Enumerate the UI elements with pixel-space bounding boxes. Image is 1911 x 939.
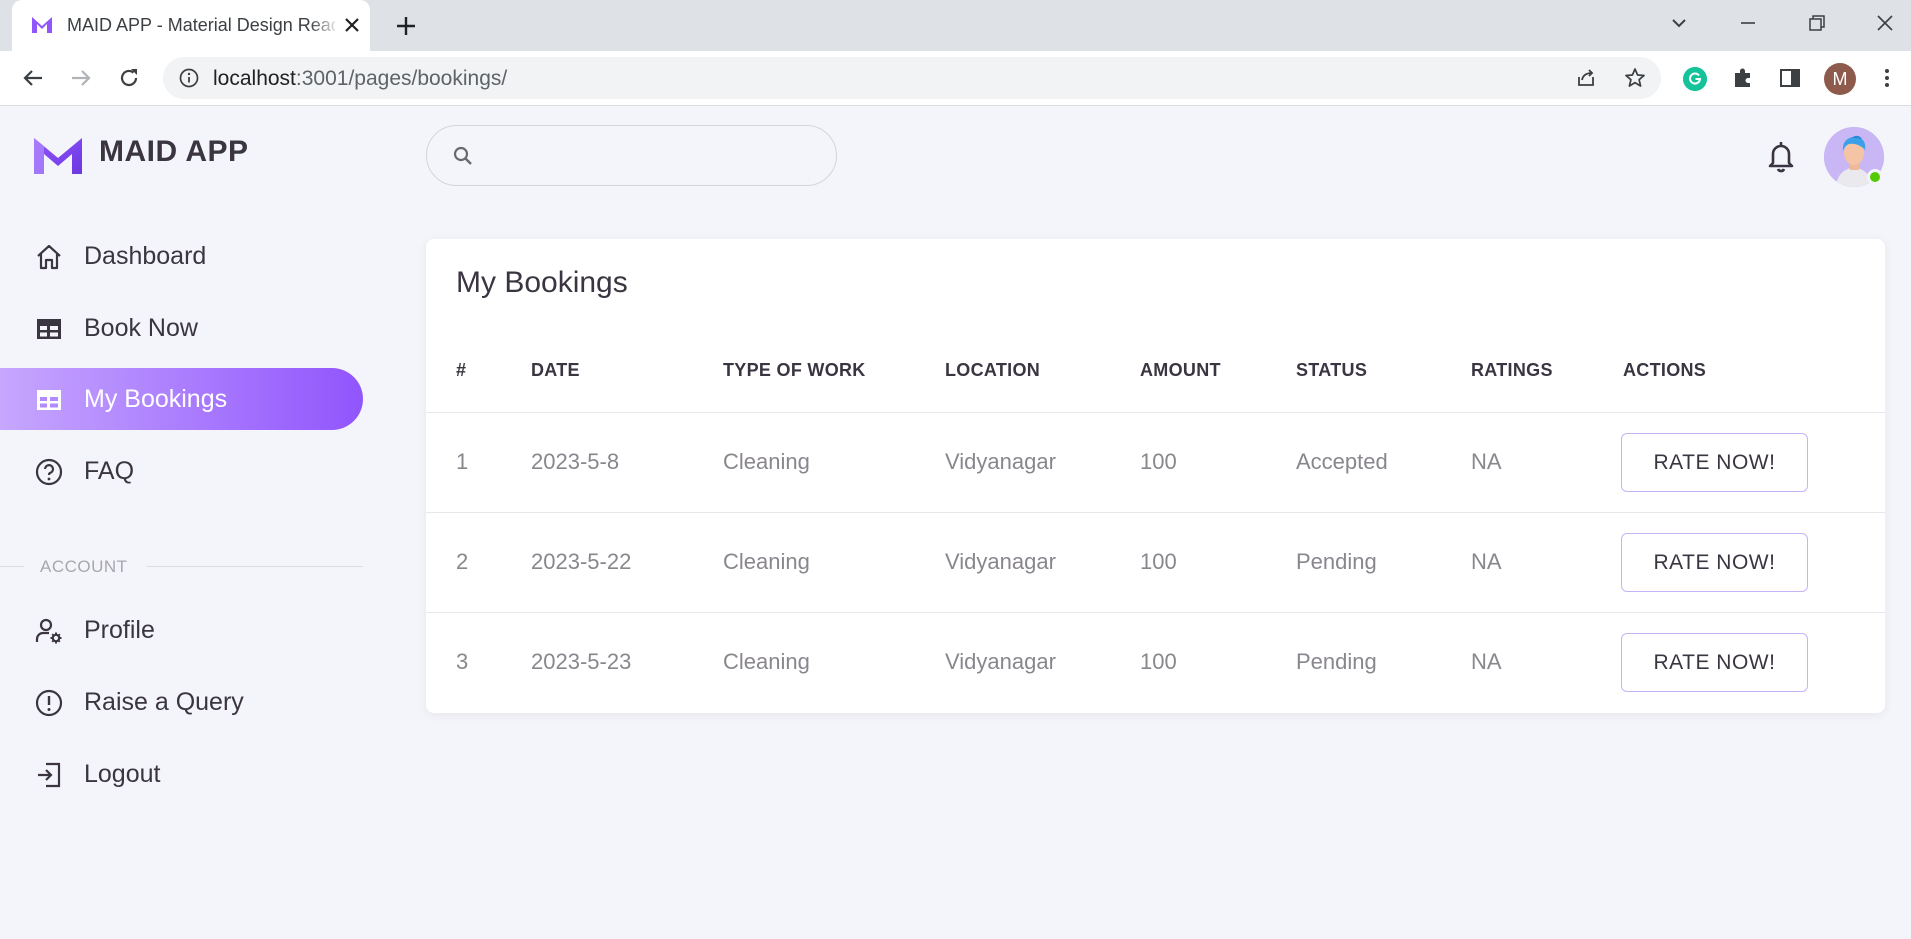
column-header-actions: ACTIONS <box>1623 360 1707 380</box>
bookings-card: My Bookings # DATE TYPE OF WORK LOCATION… <box>426 239 1885 713</box>
column-header-number: # <box>456 360 467 380</box>
sidebar-item-dashboard[interactable]: Dashboard <box>0 225 363 287</box>
tab-search-chevron-icon[interactable] <box>1662 8 1696 38</box>
cell-status: Pending <box>1296 649 1377 674</box>
home-icon <box>37 244 61 270</box>
notification-bell-icon[interactable] <box>1764 138 1798 174</box>
side-panel-icon[interactable] <box>1777 65 1803 91</box>
new-tab-icon[interactable] <box>391 11 421 41</box>
cell-rating: NA <box>1471 649 1502 674</box>
url-text[interactable]: localhost:3001/pages/bookings/ <box>213 67 507 91</box>
sidebar-item-label: Raise a Query <box>84 688 244 716</box>
cell-number: 2 <box>456 549 469 574</box>
search-icon <box>453 146 472 165</box>
sidebar-item-label: My Bookings <box>84 385 228 413</box>
restore-icon[interactable] <box>1799 8 1833 38</box>
cell-amount: 100 <box>1140 649 1177 674</box>
cell-number: 3 <box>456 649 469 674</box>
sidebar-item-book-now[interactable]: Book Now <box>0 297 363 359</box>
cell-location: Vidyanagar <box>945 449 1056 474</box>
cell-type-of-work: Cleaning <box>723 449 810 474</box>
table-row: 1 2023-5-8 Cleaning Vidyanagar 100 Accep… <box>426 412 1885 513</box>
sidebar-item-faq[interactable]: FAQ <box>0 440 363 502</box>
cell-status: Pending <box>1296 549 1377 574</box>
share-icon[interactable] <box>1574 66 1598 90</box>
rate-now-button[interactable]: RATE NOW! <box>1621 433 1808 492</box>
sidebar-item-logout[interactable]: Logout <box>0 743 363 805</box>
cell-number: 1 <box>456 449 469 474</box>
sidebar-item-label: Book Now <box>84 314 198 342</box>
online-status-dot <box>1867 169 1883 185</box>
sidebar-item-profile[interactable]: Profile <box>0 599 363 661</box>
browser-tab[interactable]: MAID APP - Material Design React Admin T… <box>12 0 370 51</box>
column-header-date: DATE <box>531 360 580 380</box>
cell-location: Vidyanagar <box>945 649 1056 674</box>
browser-menu-icon[interactable] <box>1874 65 1900 91</box>
account-section-label: ACCOUNT <box>40 557 128 576</box>
logout-icon <box>38 762 61 788</box>
grammarly-extension-icon[interactable] <box>1683 67 1707 91</box>
search-input[interactable] <box>489 138 819 174</box>
help-circle-icon <box>35 458 63 486</box>
sidebar-item-label: Profile <box>84 616 155 644</box>
tab-close-icon[interactable] <box>340 13 364 37</box>
forward-arrow-icon[interactable] <box>66 63 96 93</box>
rate-now-button[interactable]: RATE NOW! <box>1621 533 1808 592</box>
rate-now-button[interactable]: RATE NOW! <box>1621 633 1808 692</box>
table-row: 3 2023-5-23 Cleaning Vidyanagar 100 Pend… <box>426 612 1885 713</box>
minimize-icon[interactable] <box>1731 8 1765 38</box>
bookmark-star-icon[interactable] <box>1623 66 1647 90</box>
sidebar-item-my-bookings[interactable]: My Bookings <box>0 368 363 430</box>
cell-type-of-work: Cleaning <box>723 549 810 574</box>
column-header-type-of-work: TYPE OF WORK <box>723 360 866 380</box>
cell-location: Vidyanagar <box>945 549 1056 574</box>
reload-icon[interactable] <box>114 63 144 93</box>
back-arrow-icon[interactable] <box>18 63 48 93</box>
page-title: My Bookings <box>456 266 628 299</box>
cell-date: 2023-5-8 <box>531 449 620 474</box>
search-bar[interactable] <box>426 125 837 186</box>
column-header-ratings: RATINGS <box>1471 360 1553 380</box>
tab-title: MAID APP - Material Design React Admin T… <box>67 15 335 35</box>
browser-profile-avatar[interactable]: M <box>1824 63 1856 95</box>
cell-status: Accepted <box>1296 449 1388 474</box>
cell-amount: 100 <box>1140 549 1177 574</box>
section-divider <box>0 566 24 567</box>
cell-date: 2023-5-22 <box>531 549 632 574</box>
cell-type-of-work: Cleaning <box>723 649 810 674</box>
table-icon <box>37 319 61 339</box>
column-header-status: STATUS <box>1296 360 1368 380</box>
sidebar-item-label: Logout <box>84 760 161 788</box>
maid-app-logo-icon <box>34 138 82 174</box>
browser-tab-strip: MAID APP - Material Design React Admin T… <box>0 0 1911 51</box>
maid-app-favicon-icon <box>32 17 52 33</box>
sidebar-item-label: Dashboard <box>84 242 207 270</box>
column-header-amount: AMOUNT <box>1140 360 1221 380</box>
section-divider <box>147 566 363 567</box>
cell-rating: NA <box>1471 449 1502 474</box>
table-row: 2 2023-5-22 Cleaning Vidyanagar 100 Pend… <box>426 512 1885 613</box>
column-header-location: LOCATION <box>945 360 1041 380</box>
browser-toolbar: localhost:3001/pages/bookings/ <box>0 51 1911 106</box>
app-brand-name: MAID APP <box>99 135 249 168</box>
cell-amount: 100 <box>1140 449 1177 474</box>
close-window-icon[interactable] <box>1868 8 1902 38</box>
cell-date: 2023-5-23 <box>531 649 632 674</box>
cell-rating: NA <box>1471 549 1502 574</box>
extensions-puzzle-icon[interactable] <box>1730 65 1756 91</box>
sidebar-item-label: FAQ <box>84 457 135 485</box>
alert-circle-icon <box>35 689 63 717</box>
sidebar-item-raise-query[interactable]: Raise a Query <box>0 671 363 733</box>
site-info-icon[interactable] <box>178 67 200 89</box>
grid-icon <box>37 390 61 410</box>
user-settings-icon <box>35 618 62 644</box>
address-bar[interactable]: localhost:3001/pages/bookings/ <box>163 57 1661 99</box>
